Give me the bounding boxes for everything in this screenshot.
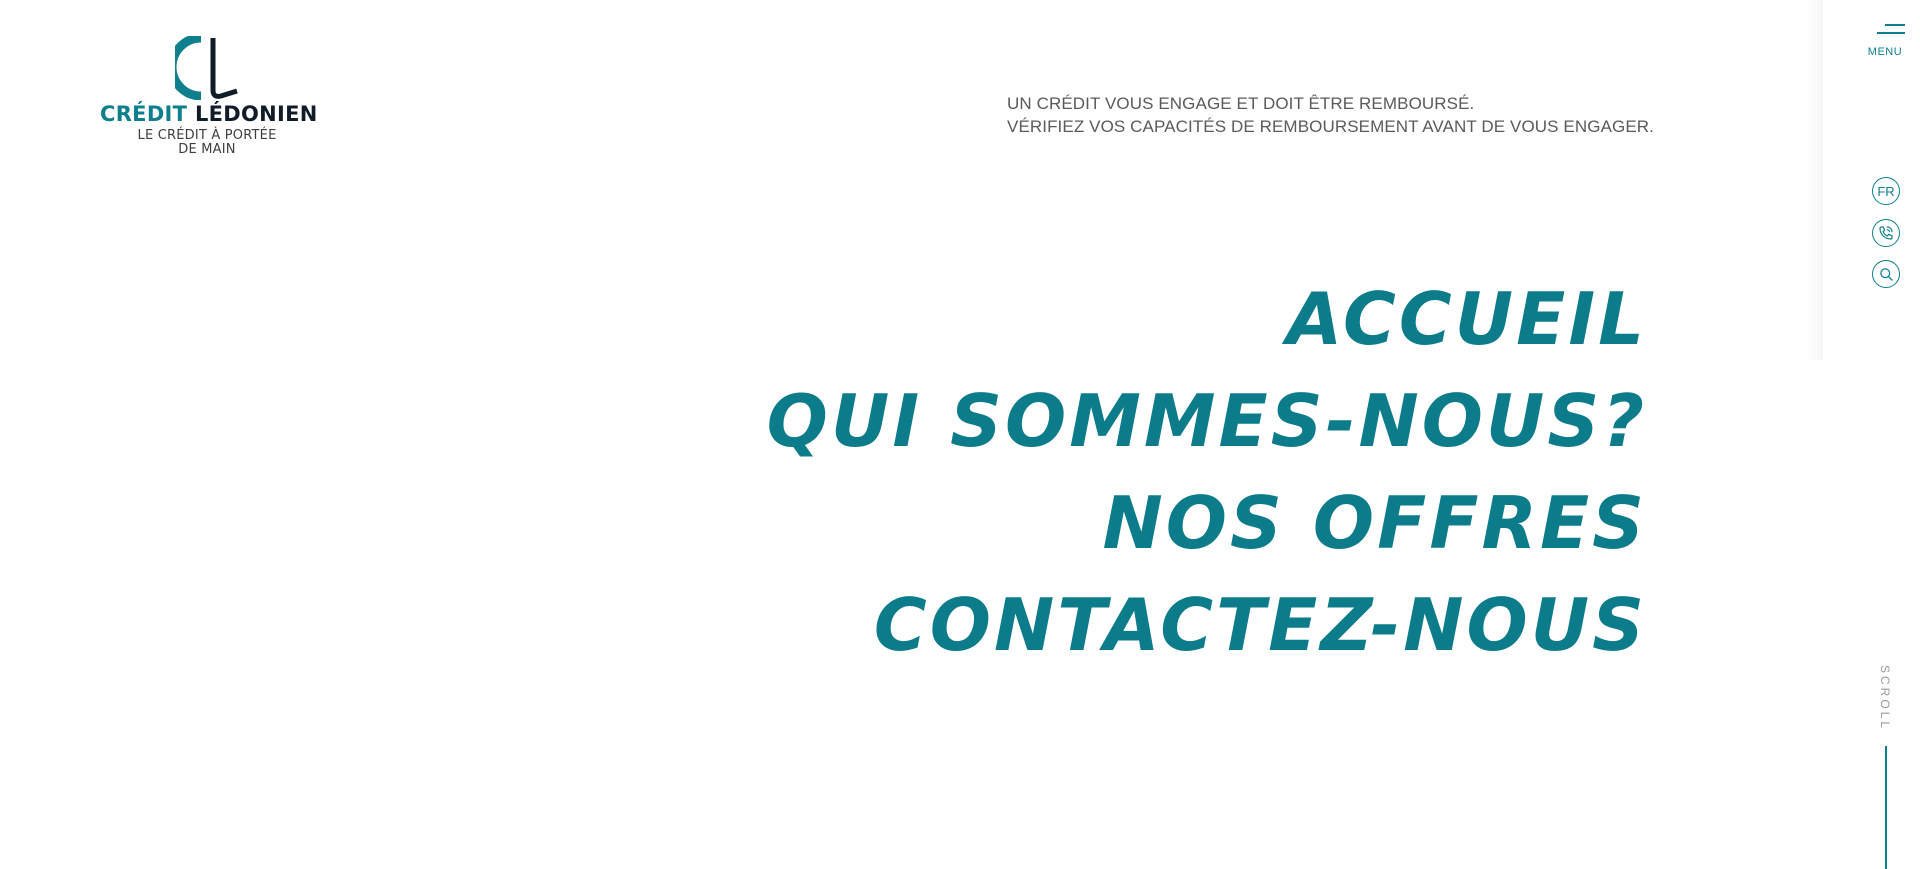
brand-tagline-line1: LE CRÉDIT À PORTÉE (137, 128, 277, 143)
language-label: FR (1877, 183, 1895, 199)
menu-label: MENU (1867, 46, 1903, 58)
right-rail: MENU FR SCROLL (1805, 0, 1920, 869)
nav-link-accueil[interactable]: ACCUEIL (767, 268, 1647, 370)
brand-tagline-line2: DE MAIN (178, 142, 236, 157)
hamburger-icon (1885, 24, 1905, 26)
nav-link-nos-offres[interactable]: NOS OFFRES (767, 472, 1647, 574)
menu-button[interactable]: MENU (1865, 20, 1905, 62)
scroll-indicator-line (1885, 746, 1887, 869)
legal-notice-line1: UN CRÉDIT VOUS ENGAGE ET DOIT ÊTRE REMBO… (1007, 94, 1475, 113)
hamburger-icon-bar (1877, 32, 1905, 34)
legal-notice-line2: VÉRIFIEZ VOS CAPACITÉS DE REMBOURSEMENT … (1007, 117, 1654, 136)
brand-name-part1: CRÉDIT (100, 102, 188, 126)
logo[interactable]: CRÉDIT LÉDONIEN LE CRÉDIT À PORTÉE DE MA… (100, 36, 317, 157)
language-button[interactable]: FR (1872, 177, 1900, 205)
search-button[interactable] (1872, 260, 1900, 288)
nav-link-qui-sommes-nous[interactable]: QUI SOMMES-NOUS? (767, 370, 1647, 472)
main-nav: ACCUEIL QUI SOMMES-NOUS? NOS OFFRES CONT… (767, 268, 1647, 676)
legal-notice: UN CRÉDIT VOUS ENGAGE ET DOIT ÊTRE REMBO… (1007, 92, 1654, 138)
logo-mark-icon (175, 36, 238, 100)
brand-name-part2: LÉDONIEN (194, 102, 318, 126)
nav-link-contactez-nous[interactable]: CONTACTEZ-NOUS (767, 574, 1647, 676)
page: CRÉDIT LÉDONIEN LE CRÉDIT À PORTÉE DE MA… (0, 0, 1920, 869)
phone-button[interactable] (1872, 219, 1900, 247)
brand-tagline: LE CRÉDIT À PORTÉE DE MAIN (100, 129, 314, 157)
search-icon (1879, 267, 1893, 281)
phone-icon (1879, 226, 1893, 240)
brand-name: CRÉDIT LÉDONIEN (100, 102, 317, 126)
scroll-label: SCROLL (1878, 665, 1892, 732)
